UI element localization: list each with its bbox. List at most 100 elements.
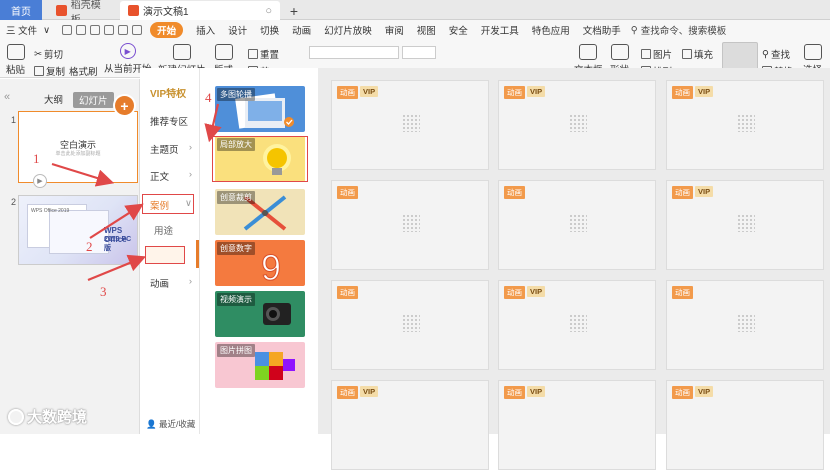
- redo-icon[interactable]: [132, 25, 143, 35]
- format-painter-button[interactable]: 格式刷: [69, 64, 98, 78]
- tab-daoke-templates[interactable]: 稻壳模板: [48, 0, 118, 26]
- template-preview[interactable]: 动画 VIP: [498, 280, 656, 370]
- menu-insert[interactable]: 插入: [196, 23, 215, 37]
- menu-slideshow[interactable]: 幻灯片放映: [324, 23, 372, 37]
- favorites-link[interactable]: 👤 最近/收藏: [146, 418, 195, 430]
- category-body[interactable]: 正文 ›: [140, 169, 200, 183]
- template-preview[interactable]: 动画 VIP: [498, 80, 656, 170]
- add-slide-button[interactable]: +: [115, 96, 134, 115]
- play-icon[interactable]: ▶: [33, 174, 47, 188]
- menu-animation[interactable]: 动画: [292, 23, 311, 37]
- watermark: 大数跨境: [8, 406, 87, 427]
- template-preview[interactable]: 动画 VIP: [331, 380, 489, 470]
- annotation-number-1: 1: [33, 151, 40, 166]
- slide-mini-text: WPS Office 2019: [31, 208, 70, 214]
- close-icon[interactable]: ○: [265, 5, 272, 17]
- effect-card[interactable]: 图片拼图: [215, 342, 305, 388]
- category-theme[interactable]: 主题页 ›: [140, 142, 200, 156]
- template-preview[interactable]: 动画 VIP: [666, 380, 824, 470]
- tab-document-label: 演示文稿1: [143, 7, 189, 18]
- menu-doc-assistant[interactable]: 文档助手: [583, 23, 621, 37]
- select-icon: [803, 44, 822, 60]
- slide-thumbnail-2[interactable]: WPS Office 2019 WPS Office 2019 PC版: [18, 195, 138, 265]
- user-icon: 👤: [146, 419, 157, 429]
- menu-security[interactable]: 安全: [449, 23, 468, 37]
- animation-badge: 动画: [337, 186, 358, 199]
- shape-icon: [610, 44, 629, 60]
- font-family-select[interactable]: [309, 46, 399, 59]
- effect-card[interactable]: 创意裁剪: [215, 189, 305, 235]
- loading-placeholder-icon: [737, 214, 755, 232]
- annotation-number-3: 3: [100, 284, 107, 299]
- loading-placeholder-icon: [569, 314, 587, 332]
- copy-button[interactable]: 复制: [34, 64, 65, 78]
- loading-placeholder-icon: [402, 214, 420, 232]
- collapse-icon[interactable]: «: [4, 91, 10, 103]
- reset-button[interactable]: 重置: [248, 47, 279, 61]
- play-icon: ▶: [119, 43, 136, 59]
- tab-bar: 首页 稻壳模板 演示文稿1 ○ +: [0, 0, 830, 26]
- layout-icon: [214, 44, 233, 60]
- tab-slides[interactable]: 幻灯片: [73, 92, 114, 108]
- category-recommend[interactable]: 推荐专区: [140, 114, 200, 128]
- category-animation[interactable]: 动画 ›: [140, 276, 200, 290]
- slide-thumbnail-1[interactable]: 空白演示 单击此处添加副标题 ▶: [18, 111, 138, 188]
- menu-features[interactable]: 特色应用: [532, 23, 570, 37]
- card-label: 图片拼图: [217, 344, 255, 357]
- picture-button[interactable]: 图片: [641, 47, 672, 61]
- undo-icon[interactable]: [118, 25, 129, 35]
- print-icon[interactable]: [90, 25, 101, 35]
- paste-label: 粘贴: [6, 65, 26, 76]
- chevron-right-icon: ›: [188, 169, 192, 180]
- save-icon[interactable]: [62, 25, 73, 35]
- template-preview[interactable]: 动画 VIP: [666, 180, 824, 270]
- fill-button[interactable]: 填充: [682, 47, 713, 61]
- card-label: 视频演示: [217, 293, 255, 306]
- menu-transition[interactable]: 切换: [260, 23, 279, 37]
- menu-review[interactable]: 审阅: [385, 23, 404, 37]
- font-size-select[interactable]: [402, 46, 436, 59]
- template-preview[interactable]: 动画: [666, 280, 824, 370]
- template-preview[interactable]: 动画: [498, 180, 656, 270]
- tab-outline[interactable]: 大纲: [44, 92, 63, 108]
- tab-home[interactable]: 首页: [0, 0, 42, 20]
- new-tab-button[interactable]: +: [284, 1, 304, 20]
- chevron-down-icon[interactable]: ∨: [43, 25, 50, 36]
- effect-card[interactable]: 9 创意数字: [215, 240, 305, 286]
- vip-badge: VIP: [695, 86, 714, 97]
- menu-developer[interactable]: 开发工具: [481, 23, 519, 37]
- print-preview-icon[interactable]: [104, 25, 115, 35]
- loading-placeholder-icon: [569, 114, 587, 132]
- template-preview[interactable]: 动画 VIP: [331, 80, 489, 170]
- template-preview[interactable]: 动画 VIP: [498, 380, 656, 470]
- find-button[interactable]: ⚲ 查找: [762, 47, 790, 62]
- export-pdf-icon[interactable]: [76, 25, 87, 35]
- paste-icon: [6, 44, 25, 60]
- vip-badge: VIP: [695, 386, 714, 397]
- tab-document[interactable]: 演示文稿1 ○: [120, 1, 280, 20]
- vip-badge: VIP: [527, 386, 546, 397]
- loading-placeholder-icon: [402, 314, 420, 332]
- template-preview[interactable]: 动画 VIP: [666, 80, 824, 170]
- category-vip[interactable]: VIP特权: [140, 85, 200, 100]
- command-search[interactable]: ⚲ 查找命令、搜索模板: [631, 23, 726, 38]
- cut-button[interactable]: ✂ 剪切: [34, 47, 63, 62]
- file-menu[interactable]: 三 文件: [6, 23, 37, 37]
- effect-card[interactable]: 多图轮播: [215, 86, 305, 132]
- animation-badge: 动画: [504, 286, 525, 299]
- format-painter-label: 格式刷: [69, 67, 98, 78]
- menu-start[interactable]: 开始: [150, 22, 184, 38]
- chevron-right-icon: ›: [188, 142, 192, 153]
- annotation-number-2: 2: [86, 239, 93, 254]
- cut-label: 剪切: [43, 50, 63, 61]
- subcategory-usage[interactable]: 用途: [140, 223, 200, 237]
- effect-card[interactable]: 视频演示: [215, 291, 305, 337]
- paste-button[interactable]: 粘贴: [6, 44, 25, 76]
- template-preview[interactable]: 动画: [331, 180, 489, 270]
- vip-badge: VIP: [527, 286, 546, 297]
- card-label: 多图轮播: [217, 88, 255, 101]
- menu-design[interactable]: 设计: [228, 23, 247, 37]
- animation-badge: 动画: [672, 86, 693, 99]
- menu-view[interactable]: 视图: [417, 23, 436, 37]
- template-preview[interactable]: 动画: [331, 280, 489, 370]
